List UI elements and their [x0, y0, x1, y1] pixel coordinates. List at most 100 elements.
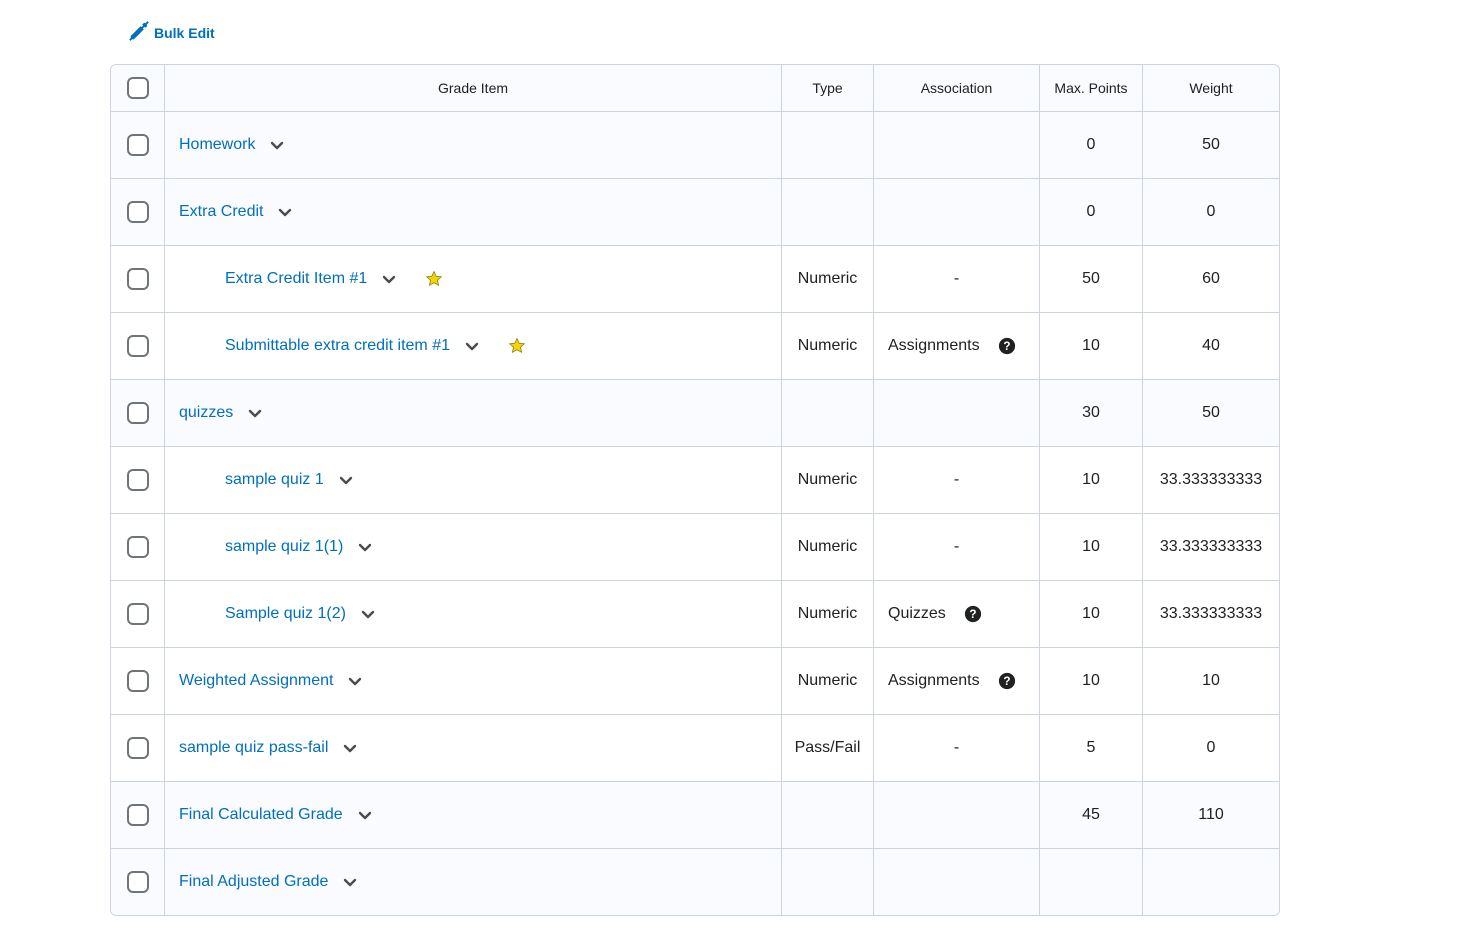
row-checkbox[interactable] — [126, 804, 149, 826]
row-checkbox[interactable] — [126, 469, 149, 491]
chevron-down-icon[interactable] — [357, 807, 373, 823]
table-row: Extra Credit Item #1 Numeric - 50 60 — [111, 245, 1279, 312]
grade-item-link[interactable]: Submittable extra credit item #1 — [225, 337, 450, 355]
grade-item-link[interactable]: sample quiz 1(1) — [225, 538, 343, 556]
weight-cell: 33.333333333 — [1142, 514, 1279, 580]
grade-item-link[interactable]: Sample quiz 1(2) — [225, 605, 346, 623]
association-label: - — [953, 538, 960, 555]
table-row: Extra Credit 0 0 — [111, 178, 1279, 245]
type-cell: Numeric — [781, 581, 873, 647]
association-cell: - — [873, 715, 1039, 781]
table-row: Weighted Assignment Numeric Assignments? 10… — [111, 647, 1279, 714]
grade-item-link[interactable]: Extra Credit Item #1 — [225, 270, 367, 288]
grades-table: Grade Item Type Association Max. Points … — [110, 64, 1280, 916]
chevron-down-icon[interactable] — [269, 137, 285, 153]
header-grade-item: Grade Item — [164, 65, 781, 111]
help-icon[interactable]: ? — [998, 672, 1016, 690]
weight-cell — [1142, 849, 1279, 915]
table-row: Submittable extra credit item #1 Numeric A… — [111, 312, 1279, 379]
association-cell: Assignments? — [873, 313, 1039, 379]
help-icon[interactable]: ? — [998, 337, 1016, 355]
association-cell — [873, 179, 1039, 245]
row-checkbox[interactable] — [126, 402, 149, 424]
row-checkbox[interactable] — [126, 536, 149, 558]
association-cell — [873, 782, 1039, 848]
max-points-cell: 10 — [1039, 313, 1142, 379]
association-cell — [873, 380, 1039, 446]
type-cell — [781, 849, 873, 915]
type-cell: Numeric — [781, 246, 873, 312]
association-cell: - — [873, 447, 1039, 513]
grade-item-link[interactable]: Weighted Assignment — [179, 672, 333, 690]
help-icon[interactable]: ? — [964, 605, 982, 623]
weight-cell: 0 — [1142, 715, 1279, 781]
chevron-down-icon[interactable] — [360, 606, 376, 622]
chevron-down-icon[interactable] — [277, 204, 293, 220]
row-checkbox[interactable] — [126, 670, 149, 692]
type-cell: Pass/Fail — [781, 715, 873, 781]
type-cell: Numeric — [781, 447, 873, 513]
type-cell — [781, 782, 873, 848]
chevron-down-icon[interactable] — [464, 338, 480, 354]
table-row: sample quiz 1 Numeric - 10 33.333333333 — [111, 446, 1279, 513]
row-checkbox[interactable] — [126, 335, 149, 357]
grade-item-link[interactable]: Extra Credit — [179, 203, 263, 221]
bulk-edit-label: Bulk Edit — [154, 24, 215, 41]
chevron-down-icon[interactable] — [381, 271, 397, 287]
table-row: Homework 0 50 — [111, 111, 1279, 178]
weight-cell: 0 — [1142, 179, 1279, 245]
pencil-icon — [128, 20, 150, 45]
association-label: Assignments — [888, 337, 980, 354]
table-row: quizzes 30 50 — [111, 379, 1279, 446]
weight-cell: 50 — [1142, 112, 1279, 178]
max-points-cell: 10 — [1039, 447, 1142, 513]
table-row: Final Calculated Grade 45 110 — [111, 781, 1279, 848]
chevron-down-icon[interactable] — [247, 405, 263, 421]
bulk-edit-button[interactable]: Bulk Edit — [128, 20, 215, 45]
association-label: Quizzes — [888, 605, 946, 622]
chevron-down-icon[interactable] — [357, 539, 373, 555]
association-label: - — [953, 471, 960, 488]
grade-item-link[interactable]: Homework — [179, 136, 255, 154]
row-checkbox[interactable] — [126, 134, 149, 156]
type-cell — [781, 380, 873, 446]
row-checkbox[interactable] — [126, 871, 149, 893]
association-cell — [873, 112, 1039, 178]
association-cell — [873, 849, 1039, 915]
header-type: Type — [781, 65, 873, 111]
max-points-cell — [1039, 849, 1142, 915]
association-cell: - — [873, 246, 1039, 312]
max-points-cell: 50 — [1039, 246, 1142, 312]
grade-item-link[interactable]: Final Adjusted Grade — [179, 873, 328, 891]
row-checkbox[interactable] — [126, 737, 149, 759]
weight-cell: 10 — [1142, 648, 1279, 714]
grade-item-link[interactable]: sample quiz pass-fail — [179, 739, 328, 757]
svg-text:?: ? — [1003, 675, 1010, 688]
chevron-down-icon[interactable] — [338, 472, 354, 488]
grade-item-link[interactable]: Final Calculated Grade — [179, 806, 343, 824]
weight-cell: 33.333333333 — [1142, 581, 1279, 647]
max-points-cell: 10 — [1039, 648, 1142, 714]
grade-item-link[interactable]: sample quiz 1 — [225, 471, 324, 489]
association-label: - — [953, 270, 960, 287]
type-cell: Numeric — [781, 313, 873, 379]
grade-item-link[interactable]: quizzes — [179, 404, 233, 422]
max-points-cell: 10 — [1039, 514, 1142, 580]
row-checkbox[interactable] — [126, 268, 149, 290]
chevron-down-icon[interactable] — [342, 874, 358, 890]
row-checkbox[interactable] — [126, 201, 149, 223]
max-points-cell: 5 — [1039, 715, 1142, 781]
select-all-checkbox[interactable] — [126, 77, 149, 99]
weight-cell: 110 — [1142, 782, 1279, 848]
chevron-down-icon[interactable] — [342, 740, 358, 756]
type-cell: Numeric — [781, 648, 873, 714]
type-cell — [781, 112, 873, 178]
table-row: Sample quiz 1(2) Numeric Quizzes? 10 33.3333… — [111, 580, 1279, 647]
svg-text:?: ? — [969, 608, 976, 621]
association-cell: Assignments? — [873, 648, 1039, 714]
row-checkbox[interactable] — [126, 603, 149, 625]
chevron-down-icon[interactable] — [347, 673, 363, 689]
association-cell: Quizzes? — [873, 581, 1039, 647]
header-association: Association — [873, 65, 1039, 111]
max-points-cell: 45 — [1039, 782, 1142, 848]
